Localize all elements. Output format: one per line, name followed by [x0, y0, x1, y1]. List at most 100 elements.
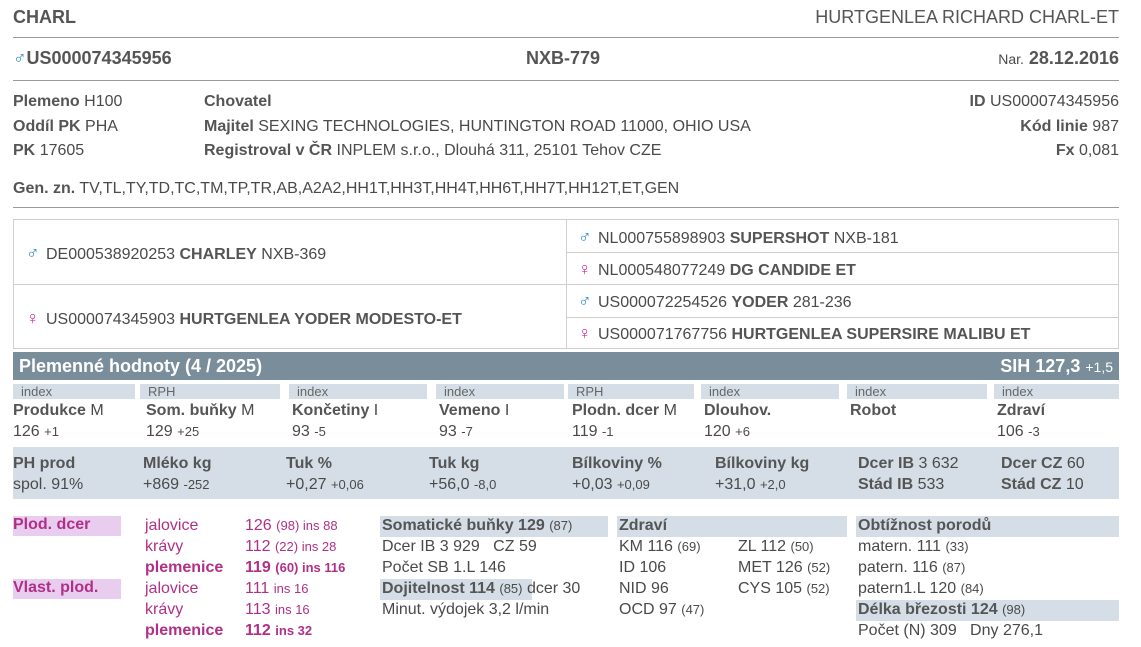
male-icon: ♂	[578, 227, 592, 247]
trait-robot: Robot	[850, 402, 897, 419]
bilk-pct-label: Bílkoviny %	[572, 455, 662, 472]
fert-label: plemenice	[145, 622, 224, 639]
birth-date: Nar. 28.12.2016	[998, 48, 1119, 68]
fert-value: 112 ins 32	[245, 622, 313, 639]
animal-id: ♂US000074345956	[13, 48, 172, 68]
fert-value: 119 (60) ins 116	[245, 559, 346, 576]
health-item: ZL 112 (50)	[738, 538, 814, 555]
calving-title: Obtížnost porodů	[858, 517, 992, 534]
plod-dcer-label: Plod. dcer	[13, 516, 121, 536]
bilk-kg-value: +31,0 +2,0	[715, 476, 786, 493]
bv-title: Plemenné hodnoty (4 / 2025)	[19, 356, 263, 376]
calving-item: matern. 111 (33)	[858, 538, 969, 555]
kod-linie: Kód linie 987	[1020, 118, 1119, 135]
health-item: NID 96	[619, 580, 669, 597]
trait-dlouhov-value: 120 +6	[704, 423, 750, 440]
trait-dlouhov: Dlouhov.	[704, 402, 772, 419]
pedigree-sire[interactable]: ♂ DE000538920253 CHARLEY NXB-369	[26, 243, 326, 264]
calving-item: patern. 116 (87)	[858, 559, 966, 576]
trait-zdravi: Zdraví	[997, 402, 1046, 419]
mleko-value: +869 -252	[143, 476, 210, 493]
pk: PK 17605	[13, 142, 85, 159]
divider	[13, 207, 1119, 208]
stad-cz: Stád CZ 10	[1001, 476, 1084, 493]
plemeno: Plemeno H100	[13, 93, 123, 110]
bilk-kg-label: Bílkoviny kg	[715, 455, 810, 472]
fert-value: 112 (22) ins 28	[245, 538, 337, 555]
vlast-plod-label: Vlast. plod.	[13, 579, 121, 599]
trait-category: index	[994, 384, 1119, 399]
sih: SIH 127,3 +1,5	[1000, 356, 1113, 376]
fx: Fx 0,081	[1055, 142, 1119, 159]
male-icon: ♂	[26, 243, 40, 263]
fert-label: krávy	[145, 601, 184, 618]
female-icon: ♀	[26, 308, 40, 328]
health-title: Zdraví	[619, 517, 668, 534]
health-item: MET 126 (52)	[738, 559, 831, 576]
stad-ib: Stád IB 533	[858, 476, 945, 493]
pedigree-sire-sire[interactable]: ♂ NL000755898903 SUPERSHOT NXB-181	[578, 227, 899, 248]
pedigree-dam-sire[interactable]: ♂ US000072254526 YODER 281-236	[578, 291, 852, 312]
gestation-line: Počet (N) 309 Dny 276,1	[858, 622, 1043, 639]
trait-zdravi-value: 106 -3	[997, 423, 1040, 440]
trait-produkce-value: 126 +1	[13, 423, 59, 440]
fert-value: 126 (98) ins 88	[245, 517, 338, 534]
short-name: CHARL	[13, 7, 76, 27]
trait-category: RPH	[568, 384, 694, 399]
prod-value: spol. 91%	[13, 476, 84, 493]
pedigree-dam[interactable]: ♀ US000074345903 HURTGENLEA YODER MODESTO…	[26, 308, 462, 329]
trait-category: index	[847, 384, 987, 399]
somatic-line: Minut. výdojek 3,2 l/min	[382, 601, 550, 618]
full-name: HURTGENLEA RICHARD CHARL-ET	[815, 7, 1119, 27]
divider	[13, 37, 1119, 38]
trait-category: index	[701, 384, 839, 399]
chovatel: Chovatel	[204, 93, 272, 110]
trait-category: RPH	[140, 384, 280, 399]
health-item: ID 106	[619, 559, 667, 576]
trait-category: index	[13, 384, 135, 399]
trait-category: index	[289, 384, 427, 399]
fert-value: 111 ins 16	[245, 580, 309, 597]
trait-vemeno: Vemeno I	[439, 402, 510, 419]
oddil: Oddíl PK PHA	[13, 118, 118, 135]
breeding-values-header: Plemenné hodnoty (4 / 2025) SIH 127,3 +1…	[13, 352, 1119, 380]
gen-markers: Gen. zn. TV,TL,TY,TD,TC,TM,TP,TR,AB,A2A2…	[13, 180, 680, 197]
animal-code: NXB-779	[526, 48, 601, 68]
id-field: ID US000074345956	[969, 93, 1119, 110]
gestation-title: Délka březosti 124 (98)	[858, 601, 1026, 618]
trait-som-bunky: Som. buňky M	[146, 402, 255, 419]
fert-label: jalovice	[145, 517, 199, 534]
somatic-line: Dcer IB 3 929 CZ 59	[382, 538, 537, 555]
male-icon: ♂	[13, 48, 27, 68]
trait-produkce: Produkce M	[13, 402, 104, 419]
female-icon: ♀	[578, 323, 592, 343]
milkability-title: Dojitelnost 114 (85) dcer 30	[382, 580, 581, 597]
tuk-pct-value: +0,27 +0,06	[286, 476, 364, 493]
trait-category: index	[436, 384, 564, 399]
registroval: Registroval v ČR INPLEM s.r.o., Dlouhá 3…	[204, 142, 662, 159]
majitel: Majitel SEXING TECHNOLOGIES, HUNTINGTON …	[204, 118, 751, 135]
female-icon: ♀	[578, 259, 592, 279]
health-item: KM 116 (69)	[619, 538, 701, 555]
male-icon: ♂	[578, 291, 592, 311]
fert-value: 113 ins 16	[245, 601, 310, 618]
pedigree-dam-dam[interactable]: ♀ US000071767756 HURTGENLEA SUPERSIRE MAL…	[578, 323, 1030, 344]
dcer-cz: Dcer CZ 60	[1001, 455, 1085, 472]
divider	[13, 80, 1119, 81]
health-item: CYS 105 (52)	[738, 580, 830, 597]
mleko-label: Mléko kg	[143, 455, 212, 472]
pedigree-table: ♂ DE000538920253 CHARLEY NXB-369 ♀ US00007…	[13, 219, 1119, 349]
tuk-kg-label: Tuk kg	[429, 455, 480, 472]
trait-vemeno-value: 93 -7	[439, 423, 473, 440]
fert-label: jalovice	[145, 580, 199, 597]
tuk-kg-value: +56,0 -8,0	[429, 476, 497, 493]
health-item: OCD 97 (47)	[619, 601, 705, 618]
trait-som-bunky-value: 129 +25	[146, 423, 200, 440]
fert-label: plemenice	[145, 559, 224, 576]
somatic-title: Somatické buňky 129 (87)	[382, 517, 573, 534]
pedigree-sire-dam[interactable]: ♀ NL000548077249 DG CANDIDE ET	[578, 259, 856, 280]
bilk-pct-value: +0,03 +0,09	[572, 476, 650, 493]
fert-label: krávy	[145, 538, 184, 555]
trait-plodn-dcer-value: 119 -1	[572, 423, 614, 440]
dcer-ib: Dcer IB 3 632	[858, 455, 959, 472]
